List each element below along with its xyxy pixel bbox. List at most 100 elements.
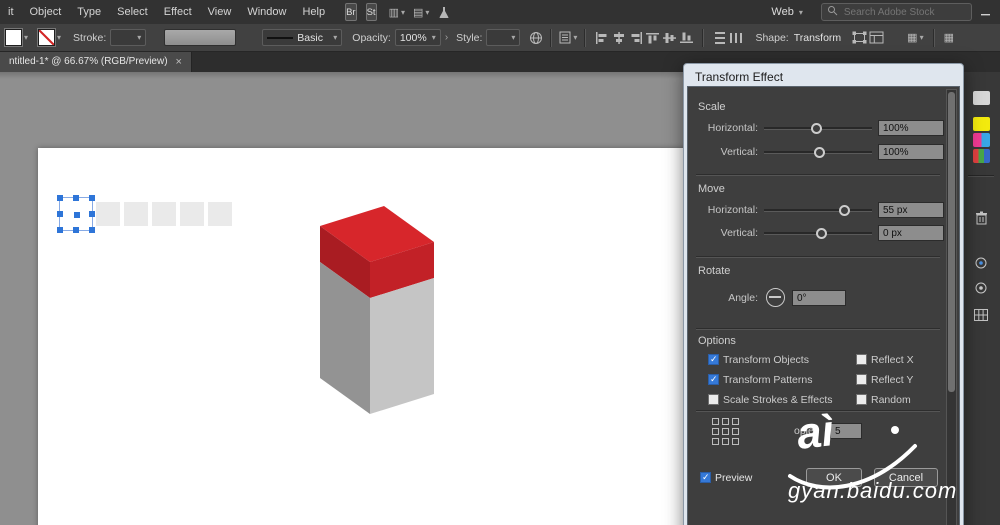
box-side-gray-face[interactable] xyxy=(370,278,434,414)
move-horizontal-slider[interactable] xyxy=(764,202,872,218)
stock-button[interactable]: St xyxy=(366,3,377,21)
publish-online-icon[interactable] xyxy=(529,31,543,45)
slider-knob[interactable] xyxy=(814,147,825,158)
reference-point[interactable] xyxy=(712,428,719,435)
dialog-scrollbar[interactable] xyxy=(946,89,957,525)
align-bottom-icon[interactable] xyxy=(678,30,695,45)
move-horizontal-field[interactable]: 55 px xyxy=(878,202,944,218)
distribute-vertical-icon[interactable] xyxy=(711,30,728,45)
selected-object[interactable] xyxy=(60,198,92,230)
slider-knob[interactable] xyxy=(839,205,850,216)
scale-strokes-effects-checkbox[interactable] xyxy=(708,394,719,405)
isometric-box-artwork[interactable] xyxy=(300,195,450,425)
search-input[interactable] xyxy=(842,6,966,19)
menu-item-help[interactable]: Help xyxy=(294,0,333,24)
cancel-button[interactable]: Cancel xyxy=(874,468,938,487)
reference-point[interactable] xyxy=(722,438,729,445)
selection-handle[interactable] xyxy=(89,195,95,201)
copies-field[interactable]: 5 xyxy=(830,423,862,439)
copy-square-5[interactable] xyxy=(208,202,232,226)
menu-item-window[interactable]: Window xyxy=(239,0,294,24)
menu-item-select[interactable]: Select xyxy=(109,0,156,24)
transform-objects-checkbox[interactable] xyxy=(708,354,719,365)
swatches-panel-icon[interactable] xyxy=(973,149,990,163)
libraries-panel-icon[interactable] xyxy=(973,91,990,105)
document-setup-icon[interactable]: ▾ xyxy=(559,31,577,44)
shape-mode-button[interactable]: Transform xyxy=(794,32,841,44)
slider-knob[interactable] xyxy=(811,123,822,134)
variable-width-profile[interactable] xyxy=(164,29,236,46)
trash-icon[interactable] xyxy=(975,211,988,230)
tab-close-icon[interactable]: × xyxy=(176,56,182,68)
scrollbar-thumb[interactable] xyxy=(948,92,955,392)
align-top-icon[interactable] xyxy=(644,30,661,45)
align-center-horizontal-icon[interactable] xyxy=(610,30,627,45)
free-transform-icon[interactable] xyxy=(851,30,868,45)
selection-handle[interactable] xyxy=(57,227,63,233)
transform-patterns-checkbox[interactable] xyxy=(708,374,719,385)
selection-handle[interactable] xyxy=(89,211,95,217)
copy-square-4[interactable] xyxy=(180,202,204,226)
reflect-y-checkbox[interactable] xyxy=(856,374,867,385)
align-left-icon[interactable] xyxy=(593,30,610,45)
preview-checkbox[interactable] xyxy=(700,472,711,483)
reference-point[interactable] xyxy=(722,418,729,425)
brush-definition-combo[interactable]: Basic ▾ xyxy=(262,29,342,46)
color-panel-icon[interactable] xyxy=(973,117,990,131)
bridge-button[interactable]: Br xyxy=(345,3,357,21)
reference-point[interactable] xyxy=(732,428,739,435)
reference-point[interactable] xyxy=(712,438,719,445)
menu-item-edit-partial[interactable]: it xyxy=(0,0,22,24)
menu-item-effect[interactable]: Effect xyxy=(156,0,200,24)
style-combo[interactable]: ▾ xyxy=(486,29,520,46)
copy-square-1[interactable] xyxy=(96,202,120,226)
slider-knob[interactable] xyxy=(816,228,827,239)
menu-item-object[interactable]: Object xyxy=(22,0,70,24)
color-guide-panel-icon[interactable] xyxy=(973,133,990,147)
touch-tool-icon[interactable] xyxy=(439,6,449,19)
selection-handle[interactable] xyxy=(57,211,63,217)
angle-dial[interactable] xyxy=(766,288,785,307)
selection-handle[interactable] xyxy=(57,195,63,201)
screen-mode-icon[interactable]: ▤▾ xyxy=(413,6,429,19)
ok-button[interactable]: OK xyxy=(806,468,862,487)
align-center-vertical-icon[interactable] xyxy=(661,30,678,45)
fill-swatch[interactable] xyxy=(5,29,22,46)
scale-horizontal-slider[interactable] xyxy=(764,120,872,136)
reference-point[interactable] xyxy=(732,418,739,425)
move-vertical-field[interactable]: 0 px xyxy=(878,225,944,241)
selection-handle[interactable] xyxy=(73,227,79,233)
random-checkbox[interactable] xyxy=(856,394,867,405)
scale-vertical-slider[interactable] xyxy=(764,144,872,160)
angle-field[interactable]: 0° xyxy=(792,290,846,306)
reference-point[interactable] xyxy=(732,438,739,445)
scale-horizontal-field[interactable]: 100% xyxy=(878,120,944,136)
graphic-styles-panel-icon[interactable] xyxy=(974,281,988,300)
minimize-button[interactable] xyxy=(972,0,1000,24)
panel-options-icon[interactable]: ▦ xyxy=(944,31,954,44)
reference-point-locator[interactable] xyxy=(712,418,739,445)
reference-point[interactable] xyxy=(722,428,729,435)
distribute-horizontal-icon[interactable] xyxy=(728,30,745,45)
grid-settings-icon[interactable]: ▦▾ xyxy=(907,31,923,44)
arrange-documents-icon[interactable]: ▥▾ xyxy=(389,6,405,19)
scale-vertical-field[interactable]: 100% xyxy=(878,144,944,160)
selection-handle[interactable] xyxy=(89,227,95,233)
transform-panel-icon[interactable] xyxy=(868,30,885,45)
dialog-title-bar[interactable]: Transform Effect xyxy=(687,67,960,86)
copy-square-2[interactable] xyxy=(124,202,148,226)
stroke-weight-combo[interactable]: ▾ xyxy=(110,29,146,46)
adobe-stock-search[interactable] xyxy=(821,3,972,21)
symbols-panel-icon[interactable] xyxy=(974,256,988,275)
menu-item-type[interactable]: Type xyxy=(69,0,109,24)
reference-point[interactable] xyxy=(712,418,719,425)
reflect-x-checkbox[interactable] xyxy=(856,354,867,365)
menu-item-view[interactable]: View xyxy=(200,0,240,24)
selection-center-point[interactable] xyxy=(73,211,81,219)
copy-square-3[interactable] xyxy=(152,202,176,226)
artboards-panel-icon[interactable] xyxy=(974,308,988,326)
selection-handle[interactable] xyxy=(73,195,79,201)
opacity-options-chevron-icon[interactable]: › xyxy=(445,32,448,43)
workspace-switcher[interactable]: Web ▾ xyxy=(771,6,802,18)
align-right-icon[interactable] xyxy=(627,30,644,45)
